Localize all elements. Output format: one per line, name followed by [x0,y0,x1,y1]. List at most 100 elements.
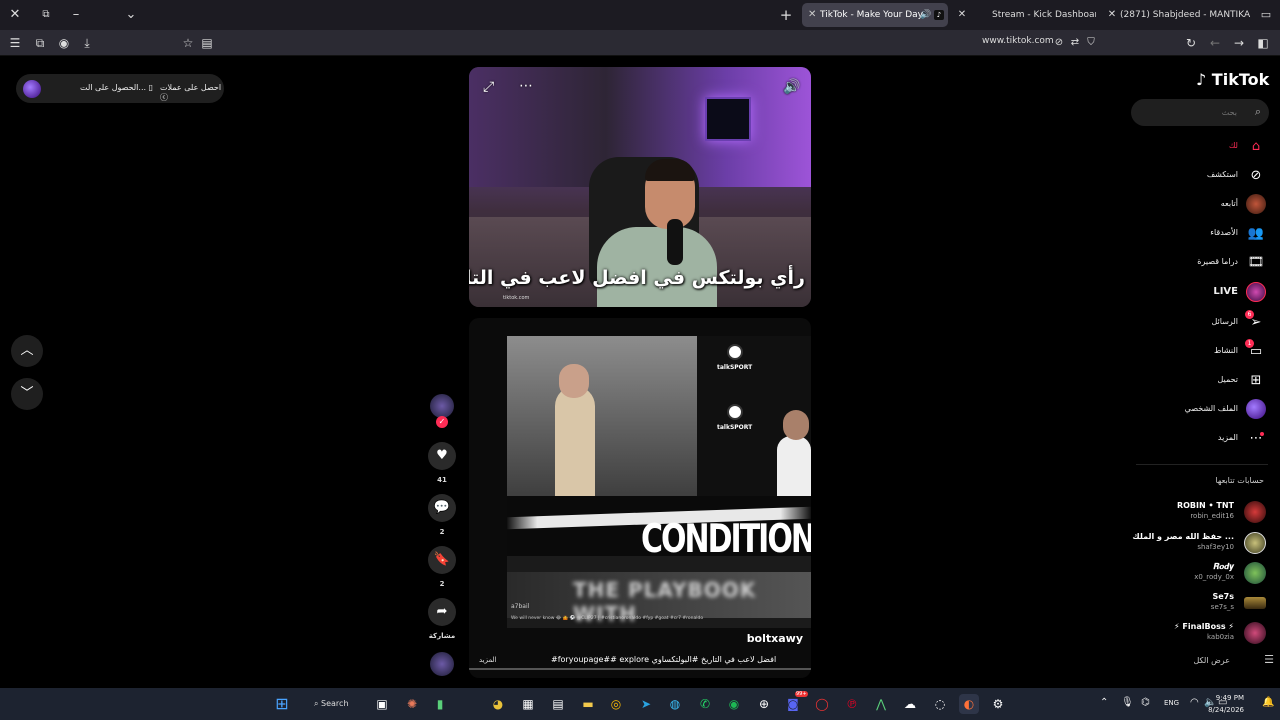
sidebar-item-explore[interactable]: استكشف ⊘ [1150,163,1270,189]
app-icon[interactable]: ☁ [900,694,920,714]
notifications-icon[interactable]: 🔔 [1262,697,1274,708]
menu-icon[interactable]: ☰ [6,34,24,52]
account-icon[interactable]: ◉ [55,34,73,52]
sidebar-item-activity[interactable]: النشاط ▭ 1 [1150,339,1270,365]
next-video-button[interactable]: ﹀ [11,378,43,410]
sidebar-item-live[interactable]: LIVE [1150,280,1270,306]
fullscreen-icon[interactable]: ⤢ [483,79,494,95]
whatsapp-icon[interactable]: ✆ [695,694,715,714]
opera-icon[interactable]: ◯ [812,694,832,714]
app-icon[interactable]: ⋀ [871,694,891,714]
wifi-icon[interactable]: ◠ [1190,697,1199,708]
follow-plus-icon[interactable]: ✓ [436,416,448,428]
windows-start-icon[interactable]: ⊞ [272,694,292,714]
forward-icon[interactable]: → [1230,34,1248,52]
more-options-icon[interactable]: ⋯ [519,78,533,94]
telegram-icon[interactable]: ➤ [636,694,656,714]
get-coins-button[interactable]: احصل على عملات ⓒ [160,83,224,103]
list-icon[interactable]: ☰ [1264,653,1274,666]
app-icon[interactable]: ◕ [488,694,508,714]
avatar [1244,597,1266,609]
avatar [1244,532,1266,554]
following-account[interactable]: Se7s se7s_s [1130,589,1270,619]
save-button[interactable]: 🔖 [428,546,456,574]
edge-icon[interactable]: ◍ [665,694,685,714]
minimize-window-icon[interactable]: – [66,5,86,25]
sidebar-item-profile[interactable]: الملف الشخصي [1150,397,1270,423]
tab-kick[interactable]: Stream - Kick Dashboard [986,3,1096,27]
close-icon[interactable]: ✕ [952,5,972,25]
search-input[interactable] [1131,99,1241,126]
app-icon[interactable]: ▤ [548,694,568,714]
app-icon[interactable]: ⊕ [754,694,774,714]
reload-icon[interactable]: ↻ [1182,34,1200,52]
taskbar-search[interactable]: ⌕ Search [306,693,366,715]
previous-video-button[interactable]: ︿ [11,335,43,367]
chevron-up-icon[interactable]: ⌃ [1100,697,1108,708]
following-account[interactable]: ⚡ FinalBoss ⚡ kab0zia [1130,619,1270,649]
sidebar-item-more[interactable]: المزيد ⋯ [1150,426,1270,452]
settings-icon[interactable]: ⚙ [988,694,1008,714]
sidebar-item-following[interactable]: أتابعه [1150,192,1270,218]
app-icon[interactable]: ▦ [518,694,538,714]
close-icon[interactable]: ✕ [808,3,816,27]
sidebar-item-upload[interactable]: تحميل ⊞ [1150,368,1270,394]
file-explorer-icon[interactable]: ▬ [578,694,598,714]
app-icon[interactable]: ◌ [930,694,950,714]
sidebar-item-friends[interactable]: الأصدقاء 👥 [1150,221,1270,247]
like-button[interactable]: ♥ [428,442,456,470]
comment-button[interactable]: 💬 [428,494,456,522]
tab-youtube[interactable]: (2871) Shabjdeed - MANTIKA [1114,3,1252,27]
shield-icon[interactable]: ⛉ [1082,34,1100,52]
sidebar-item-for-you[interactable]: لك ⌂ [1150,134,1270,160]
new-tab-button[interactable]: + [776,5,796,25]
see-all-link[interactable]: عرض الكل [1193,656,1230,665]
firefox-icon[interactable]: ◐ [959,694,979,714]
video-player-1[interactable]: رأي بولتكس في افضل لاعب في التاريخ: tikt… [469,67,811,307]
tab-overview-icon[interactable]: ▭ [1256,5,1276,25]
app-icon[interactable]: ✺ [402,694,422,714]
chevron-down-icon[interactable]: ⌄ [121,5,141,25]
pinterest-icon[interactable]: ℗ [842,694,862,714]
back-icon[interactable]: ← [1206,34,1224,52]
search-icon: ⌕ [314,699,322,708]
reader-mode-icon[interactable]: ▤ [198,34,216,52]
stocks-icon[interactable]: ▮ [430,694,450,714]
url-bar[interactable]: www.tiktok.com [982,36,1054,46]
network-icon[interactable]: ⌬ [1141,697,1150,708]
video-progress-bar[interactable] [469,668,811,670]
close-window-icon[interactable]: ✕ [5,5,25,25]
search-icon[interactable]: ⌕ [1255,105,1261,119]
restore-window-icon[interactable]: ⧉ [36,5,56,25]
speaker-icon[interactable]: 🔊 [920,3,931,27]
video-author[interactable]: boltxawy [747,632,803,645]
following-account[interactable]: حفظ الله مصر و الملك ... shaf3ey10 [1130,529,1270,559]
chrome-icon[interactable]: ◎ [606,694,626,714]
clock[interactable]: 9:49 PM 8/24/2026 [1208,692,1244,716]
more-link[interactable]: المزيد [479,656,497,664]
task-view-icon[interactable]: ▣ [372,694,392,714]
sidebar-item-short-drama[interactable]: دراما قصيرة 🎞 [1150,250,1270,276]
spotify-icon[interactable]: ◉ [724,694,744,714]
music-disc-avatar[interactable] [430,652,454,676]
creator-avatar[interactable] [430,394,454,418]
language-indicator[interactable]: ENG [1164,699,1179,707]
get-app-button[interactable]: الحصول على الت... ▯ [80,83,153,92]
following-account[interactable]: 𝑹𝒐𝒅𝒚 x0_rody_0x [1130,559,1270,589]
avatar[interactable] [23,80,41,98]
search-box[interactable]: ⌕ [1131,99,1269,126]
microphone-icon[interactable]: 🎙 [1121,697,1134,708]
sidebar-item-messages[interactable]: الرسائل ➢ 6 [1150,310,1270,336]
tiktok-logo[interactable]: ♪ TikTok [1196,70,1269,89]
extensions-icon[interactable]: ⧉ [31,34,49,52]
video-player-2[interactable]: talkSPORT talkSPORT CONDITIONS THE PLAYB… [469,318,811,678]
following-account[interactable]: ROBIN • TNT robin_edit16 [1130,498,1270,528]
bookmark-star-icon[interactable]: ☆ [179,34,197,52]
volume-icon[interactable]: 🔊 [783,79,800,95]
download-icon[interactable]: ⤓ [78,34,96,52]
discord-icon[interactable]: ◙ [783,694,803,714]
share-button[interactable]: ➦ [428,598,456,626]
sidebar-toggle-icon[interactable]: ◧ [1254,34,1272,52]
tab-tiktok[interactable]: ✕ TikTok - Make Your Day 🔊 ♪ [802,3,948,27]
sidebar-item-label: الملف الشخصي [1184,404,1238,413]
